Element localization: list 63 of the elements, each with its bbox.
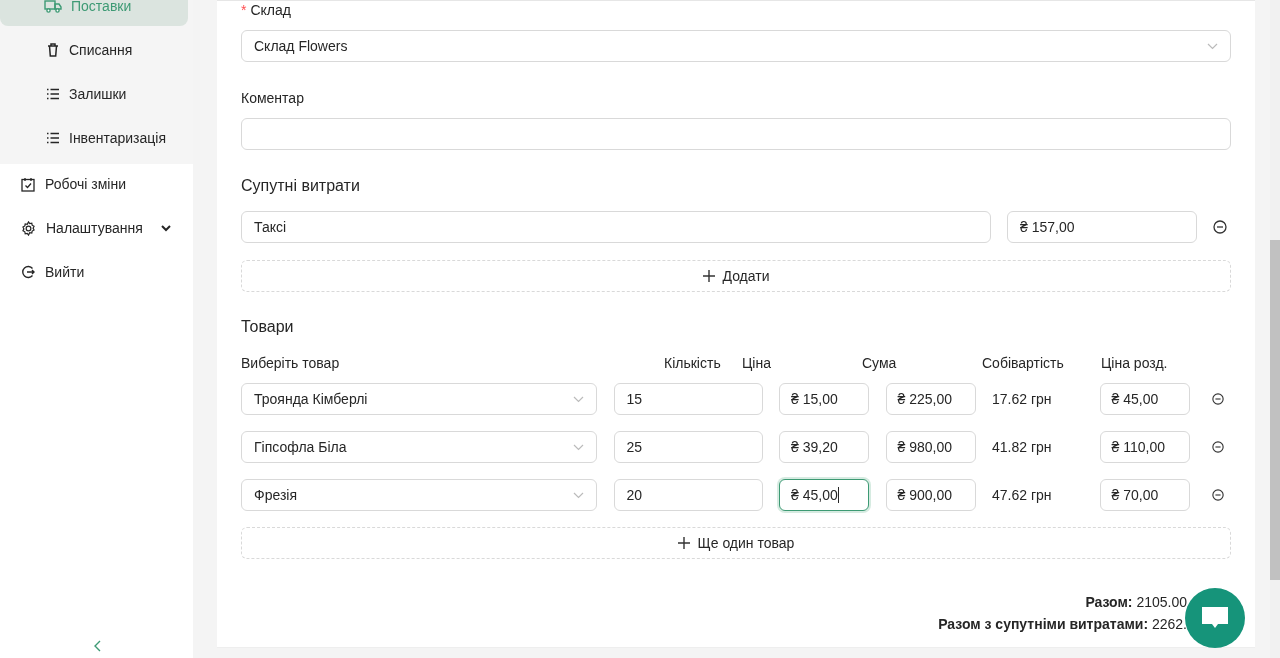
cost-text: 41.82 грн [992, 439, 1053, 455]
retail-price-field[interactable]: ₴ 70,00 [1099, 479, 1190, 511]
menu-item[interactable]: Інвентаризація [0, 118, 193, 158]
price-field[interactable]: ₴ 15,00 [779, 383, 869, 415]
required-mark: * [241, 2, 247, 18]
list-icon [46, 88, 60, 100]
price-field[interactable]: ₴ 39,20 [779, 431, 869, 463]
calendar-icon [21, 176, 35, 192]
add-button[interactable]: Додати [241, 260, 1231, 292]
column-header: Ціна [742, 355, 772, 371]
plus-icon [677, 537, 690, 549]
menu-item[interactable]: Залишки [0, 74, 193, 114]
chevron-icon [1207, 42, 1218, 50]
scrollbar-thumb[interactable] [1270, 240, 1280, 580]
field-label: * Склад [241, 2, 292, 20]
menu-item[interactable]: Налаштування [0, 208, 193, 248]
comment-field[interactable] [241, 118, 1231, 150]
quantity-field[interactable]: 15 [613, 383, 763, 415]
trash-icon [46, 43, 60, 57]
total-text: Разом: 2105.00 [1085, 594, 1187, 610]
chevron-icon [573, 395, 584, 403]
expense-name-field[interactable]: Таксі [241, 211, 991, 243]
column-header: Виберіть товар [241, 355, 341, 371]
chevron-icon [161, 224, 171, 232]
settings-icon [21, 220, 36, 236]
menu-item[interactable]: Списання [0, 30, 193, 70]
field-label: Коментар [241, 90, 305, 108]
list-icon [46, 132, 60, 144]
column-header: Кількість [664, 355, 722, 371]
add-product-button[interactable]: Ще один товар [241, 527, 1231, 559]
column-header: Сума [862, 355, 898, 371]
remove-icon[interactable] [1213, 220, 1227, 234]
product-select[interactable]: Троянда Кімберлі [241, 383, 597, 415]
quantity-field[interactable]: 20 [613, 479, 763, 511]
cost-text: 47.62 грн [992, 487, 1053, 503]
warehouse-select[interactable]: Склад Flowers [241, 30, 1231, 62]
total-text: Разом з супутніми витратами: 2262. [938, 616, 1187, 632]
chevron-icon [573, 443, 584, 451]
plus-icon [702, 270, 715, 282]
truck-icon [44, 0, 62, 13]
sum-field[interactable]: ₴ 225,00 [885, 383, 976, 415]
column-header: Ціна розд. [1101, 355, 1169, 371]
sum-field[interactable]: ₴ 980,00 [885, 431, 976, 463]
remove-icon[interactable] [1212, 392, 1224, 406]
cost-text: 17.62 грн [992, 391, 1053, 407]
expense-amount-field[interactable]: ₴ 157,00 [1007, 211, 1197, 243]
chevron-icon [573, 491, 584, 499]
remove-icon[interactable] [1212, 488, 1224, 502]
logout-icon [21, 265, 35, 279]
sum-field[interactable]: ₴ 900,00 [885, 479, 976, 511]
collapse-icon[interactable] [92, 640, 101, 652]
section-title: Товари [241, 318, 295, 337]
section-title: Супутні витрати [241, 177, 361, 196]
retail-price-field[interactable]: ₴ 45,00 [1099, 383, 1190, 415]
remove-icon[interactable] [1212, 440, 1224, 454]
menu-item[interactable]: Вийти [0, 252, 193, 292]
column-header: Собівартість [982, 355, 1065, 371]
quantity-field[interactable]: 25 [613, 431, 763, 463]
menu-item[interactable]: Робочі зміни [0, 164, 193, 204]
product-select[interactable]: Фрезія [241, 479, 597, 511]
price-field[interactable]: ₴ 45,00 [779, 479, 869, 511]
retail-price-field[interactable]: ₴ 110,00 [1099, 431, 1190, 463]
product-select[interactable]: Гіпсофла Біла [241, 431, 597, 463]
